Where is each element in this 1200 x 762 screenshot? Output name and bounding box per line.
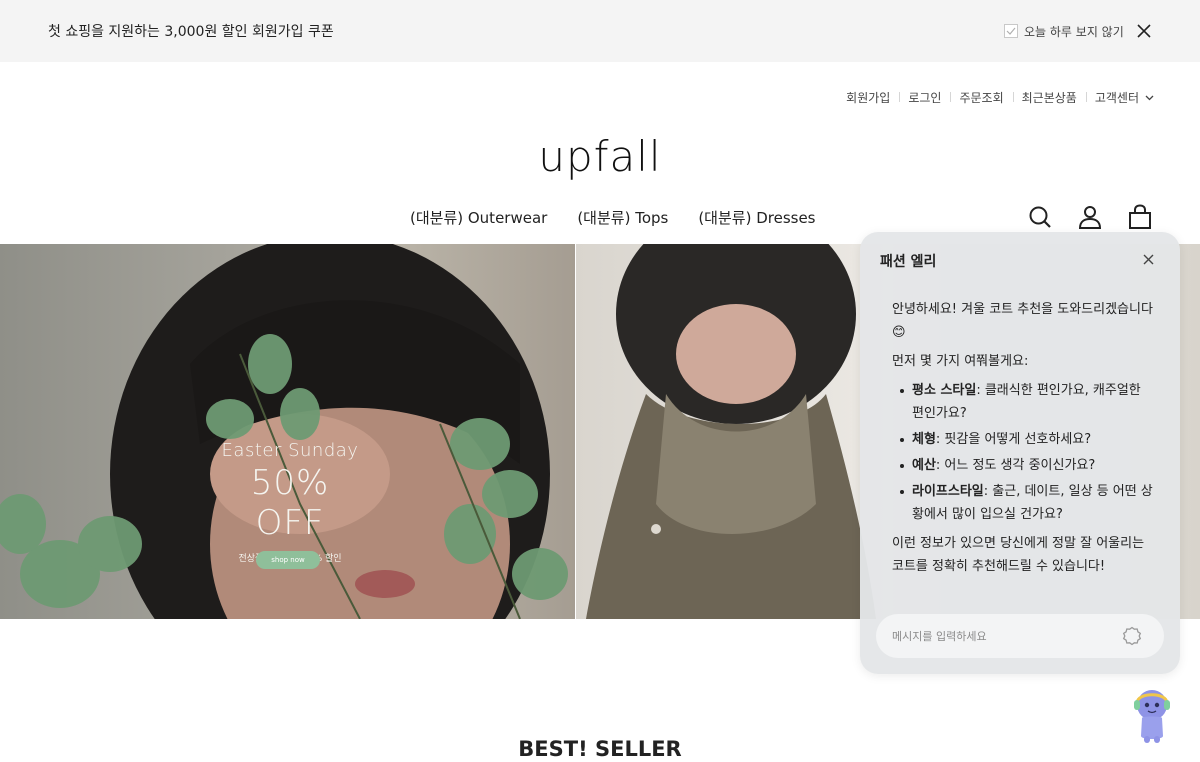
nav-outerwear[interactable]: (대분류) Outerwear	[410, 207, 547, 228]
list-item: 평소 스타일: 클래식한 편인가요, 캐주얼한 편인가요?	[892, 379, 1154, 425]
chat-intro: 안녕하세요! 겨울 코트 추천을 도와드리겠습니다 😊	[892, 302, 1153, 340]
nav-dresses[interactable]: (대분류) Dresses	[698, 207, 815, 228]
user-icon[interactable]	[1078, 204, 1102, 230]
chevron-down-icon	[1145, 95, 1154, 100]
chat-message-input[interactable]	[892, 626, 1112, 646]
list-item: 라이프스타일: 출근, 데이트, 일상 등 어떤 상황에서 많이 입으실 건가요…	[892, 480, 1154, 526]
promo-banner: 첫 쇼핑을 지원하는 3,000원 할인 회원가입 쿠폰 오늘 하루 보지 않기	[0, 0, 1200, 62]
chat-panel: 패션 엘리 안녕하세요! 겨울 코트 추천을 도와드리겠습니다 😊 먼저 몇 가…	[860, 232, 1180, 674]
list-item: 체형: 핏감을 어떻게 선호하세요?	[892, 428, 1154, 451]
close-icon[interactable]	[1137, 24, 1151, 38]
send-icon[interactable]	[1122, 626, 1142, 646]
cart-icon[interactable]	[1128, 204, 1152, 230]
util-order-lookup[interactable]: 주문조회	[950, 89, 1012, 106]
header-icons	[1028, 204, 1152, 230]
chat-closing: 이런 정보가 있으면 당신에게 정말 잘 어울리는 코트를 정확히 추천해드릴 …	[892, 536, 1145, 574]
check-icon	[1006, 27, 1016, 35]
question-key: 라이프스타일	[912, 484, 984, 499]
main-nav: (대분류) Outerwear (대분류) Tops (대분류) Dresses	[410, 207, 816, 228]
util-login[interactable]: 로그인	[899, 89, 950, 106]
util-recent-products[interactable]: 최근본상품	[1012, 89, 1086, 106]
utility-nav: 회원가입 로그인 주문조회 최근본상품 고객센터	[837, 89, 1154, 106]
nav-tops[interactable]: (대분류) Tops	[577, 207, 668, 228]
question-key: 예산	[912, 458, 936, 473]
search-icon[interactable]	[1028, 204, 1052, 230]
util-signup[interactable]: 회원가입	[837, 89, 899, 106]
hide-today-checkbox[interactable]	[1004, 24, 1018, 38]
question-text: : 어느 정도 생각 중이신가요?	[935, 458, 1096, 473]
hero-text: Easter Sunday 50% OFF 전상품 회원한정 50% 할인	[215, 440, 365, 564]
best-seller-title: BEST! SELLER	[518, 737, 682, 761]
hero-title: 50% OFF	[250, 463, 330, 543]
chat-input-box	[876, 614, 1164, 658]
close-icon[interactable]	[1143, 254, 1154, 265]
util-customer-center[interactable]: 고객센터	[1085, 89, 1154, 106]
hide-today-label[interactable]: 오늘 하루 보지 않기	[1024, 23, 1124, 40]
question-key: 평소 스타일	[912, 383, 977, 398]
shop-now-button[interactable]: shop now	[256, 551, 320, 569]
chat-message: 안녕하세요! 겨울 코트 추천을 도와드리겠습니다 😊 먼저 몇 가지 여쭤볼게…	[892, 298, 1154, 584]
chat-question-list: 평소 스타일: 클래식한 편인가요, 캐주얼한 편인가요? 체형: 핏감을 어떻…	[892, 379, 1154, 526]
chatbot-avatar-icon[interactable]	[1132, 686, 1172, 744]
hero-subtitle: Easter Sunday	[221, 440, 359, 461]
customer-center-label: 고객센터	[1094, 91, 1139, 105]
chat-ask: 먼저 몇 가지 여쭤볼게요:	[892, 354, 1029, 369]
promo-text[interactable]: 첫 쇼핑을 지원하는 3,000원 할인 회원가입 쿠폰	[48, 21, 334, 41]
list-item: 예산: 어느 정도 생각 중이신가요?	[892, 454, 1154, 477]
chat-title: 패션 엘리	[880, 254, 937, 270]
site-logo[interactable]: upfall	[0, 132, 1200, 181]
question-key: 체형	[912, 432, 936, 447]
question-text: : 핏감을 어떻게 선호하세요?	[935, 432, 1092, 447]
